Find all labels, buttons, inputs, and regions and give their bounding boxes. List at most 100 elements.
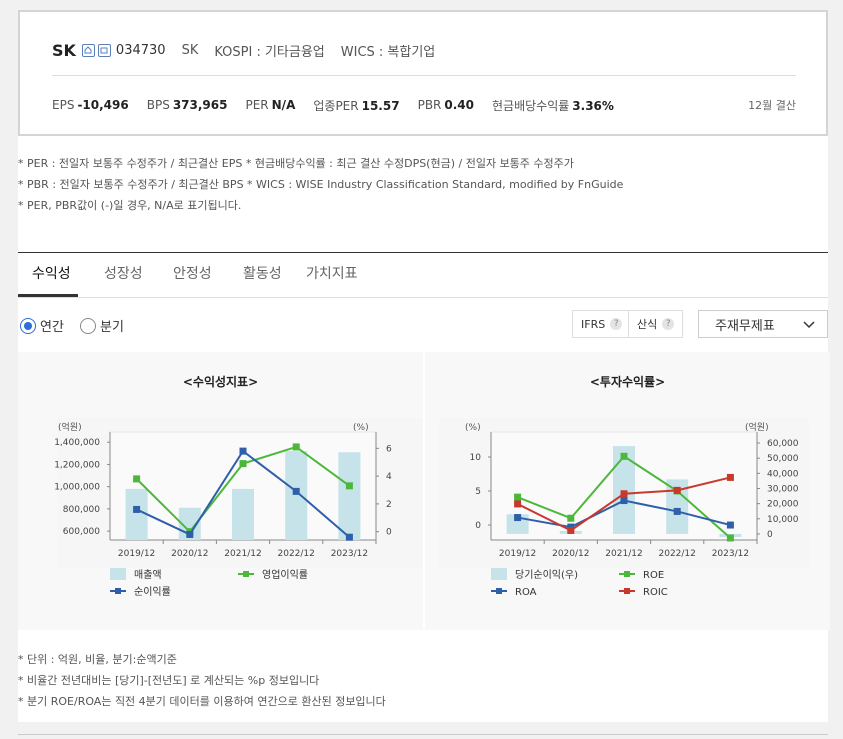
legend-label: ROE — [643, 570, 664, 581]
category-label: 2019/12 — [499, 549, 536, 559]
home-icon[interactable] — [81, 43, 95, 57]
unit-footnotes: * 단위 : 억원, 비율, 분기:순액기준 * 비율간 전년대비는 [당기]-… — [18, 649, 386, 712]
tick-label-right: 6 — [386, 444, 392, 454]
settlement-month: 12월 결산 — [748, 99, 796, 112]
axis-unit-right: (%) — [353, 423, 369, 433]
data-point — [514, 500, 522, 508]
category-label: 2019/12 — [118, 549, 155, 559]
legend-marker — [496, 588, 502, 594]
category-label: 2022/12 — [659, 549, 696, 559]
data-point — [673, 486, 681, 494]
legend-label: 매출액 — [134, 569, 162, 581]
tick-label-right: 4 — [386, 472, 392, 482]
data-point — [239, 447, 247, 455]
legend-label: ROIC — [643, 587, 668, 598]
note-line: * PER, PBR값이 (-)일 경우, N/A로 표기됩니다. — [18, 199, 242, 212]
tick-label-left: 1,400,000 — [54, 438, 100, 448]
data-point — [620, 452, 628, 460]
data-point — [292, 487, 300, 495]
data-point — [620, 490, 628, 498]
footnote-line: * 비율간 전년대비는 [당기]-[전년도] 로 계산되는 %p 정보입니다 — [18, 674, 320, 687]
category-label: 2020/12 — [552, 549, 589, 559]
category-label: 2022/12 — [278, 549, 315, 559]
tab-value-indicators[interactable]: 가치지표 — [306, 263, 358, 283]
tick-label-left: 800,000 — [63, 505, 100, 515]
tick-label-left: 1,200,000 — [54, 460, 100, 470]
tab-activity[interactable]: 활동성 — [243, 263, 282, 283]
tab-profitability[interactable]: 수익성 — [32, 263, 71, 283]
help-icon[interactable]: ? — [610, 318, 623, 330]
definition-notes: * PER : 전일자 보통주 수정주가 / 최근결산 EPS * 현금배당수익… — [18, 153, 623, 216]
formula-button[interactable]: 산식 ? — [628, 310, 684, 338]
data-point — [567, 514, 575, 522]
footnote-line: * 단위 : 억원, 비율, 분기:순액기준 — [18, 653, 177, 666]
radio-quarter[interactable]: 분기 — [80, 316, 124, 335]
help-icon[interactable]: ? — [662, 318, 675, 330]
axis-unit-left: (억원) — [58, 421, 82, 433]
metric-bps: BPS 373,965 — [146, 98, 228, 112]
statement-select-value: 주재무제표 — [715, 318, 775, 334]
legend-swatch — [110, 568, 126, 580]
legend-swatch — [491, 568, 507, 580]
stock-code: 034730 — [115, 42, 166, 58]
legend-label: ROA — [515, 587, 537, 598]
statement-select[interactable]: 주재무제표 — [698, 310, 828, 338]
legend-marker — [115, 588, 121, 594]
metric-industry-per: 업종PER 15.57 — [313, 98, 400, 113]
tick-label-right: 0 — [386, 528, 392, 538]
legend-label: 당기순이익(우) — [515, 569, 578, 581]
data-point — [345, 482, 353, 490]
company-info-row: SK 034730 SK KOSPI : 기타금융업 WICS : 복합기업 — [52, 38, 451, 62]
tick-label-right: 40,000 — [767, 469, 799, 479]
tick-label-left: 600,000 — [63, 527, 100, 537]
data-point — [345, 533, 353, 541]
note-line: * PER : 전일자 보통주 수정주가 / 최근결산 EPS * 현금배당수익… — [18, 157, 574, 170]
tab-stability[interactable]: 안정성 — [173, 263, 212, 283]
formula-label: 산식 — [637, 318, 658, 331]
data-point — [133, 505, 141, 513]
radio-annual-label: 연간 — [40, 320, 64, 335]
data-point — [726, 521, 734, 529]
company-summary-box: SK 034730 SK KOSPI : 기타금융업 WICS : 복합기업 E… — [18, 10, 828, 136]
category-label: 2021/12 — [224, 549, 261, 559]
legend-label: 순이익률 — [134, 586, 171, 598]
investment-return-chart-panel: <투자수익률> (%) (억원) 10 5 0 60,000 50,000 40,000 30,… — [425, 352, 830, 630]
tab-growth[interactable]: 성장성 — [104, 263, 143, 283]
ir-icon[interactable] — [97, 43, 111, 57]
axis-unit-left: (%) — [465, 423, 481, 433]
bar — [232, 488, 254, 540]
chevron-down-icon — [803, 321, 815, 329]
legend-marker — [624, 571, 630, 577]
tick-label-left: 10 — [470, 453, 482, 463]
data-point — [239, 460, 247, 468]
data-point — [620, 497, 628, 505]
data-point — [514, 514, 522, 522]
data-point — [726, 473, 734, 481]
ifrs-button[interactable]: IFRS ? — [572, 310, 632, 338]
tick-label-right: 20,000 — [767, 500, 799, 510]
footnote-line: * 분기 ROE/ROA는 직전 4분기 데이터를 이용하여 연간으로 환산된 … — [18, 695, 386, 708]
legend-marker — [243, 571, 249, 577]
metric-pbr: PBR 0.40 — [417, 98, 474, 112]
summary-divider — [52, 75, 796, 76]
data-point — [514, 493, 522, 501]
tick-label-left: 1,000,000 — [54, 483, 100, 493]
tick-label-right: 2 — [386, 500, 392, 510]
radio-annual[interactable]: 연간 — [20, 316, 64, 335]
radio-unchecked-icon — [80, 317, 96, 334]
investment-return-chart: (%) (억원) 10 5 0 60,000 50,000 40,000 30,000 20,00… — [439, 418, 809, 598]
tick-label-left: 0 — [475, 521, 481, 531]
wics-industry: WICS : 복합기업 — [340, 44, 436, 60]
tick-label-right: 60,000 — [767, 439, 799, 449]
data-point — [186, 530, 194, 538]
radio-quarter-label: 분기 — [100, 320, 124, 335]
category-label: 2021/12 — [605, 549, 642, 559]
legend-label: 영업이익률 — [262, 568, 308, 581]
data-point — [726, 534, 734, 542]
profitability-chart: (억원) (%) 1,400,000 1,200,000 1,000,000 800,00… — [54, 418, 423, 598]
radio-checked-icon — [20, 317, 36, 334]
legend-marker — [624, 588, 630, 594]
bar — [338, 452, 361, 540]
short-name: SK — [181, 42, 199, 58]
profitability-chart-panel: <수익성지표> (억원) (%) 1,400,000 1,200,000 1,000,0… — [18, 352, 423, 630]
